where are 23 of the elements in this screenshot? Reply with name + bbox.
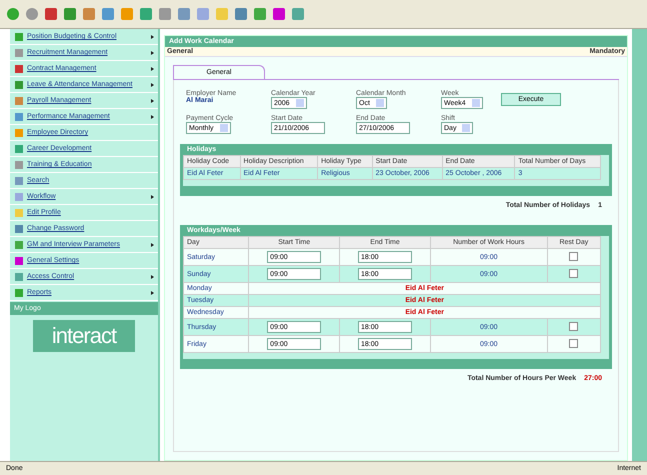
toolbar-icon[interactable] [272,7,286,21]
checkbox[interactable] [569,268,578,278]
toolbar-icon[interactable] [25,7,39,21]
toolbar-icon[interactable] [177,7,191,21]
toolbar-icon[interactable] [139,7,153,21]
toolbar-icon[interactable] [120,7,134,21]
toolbar-icon[interactable] [101,7,115,21]
logo: interact [33,320,135,352]
horizontal-scrollbar[interactable] [183,359,609,366]
toolbar-icon[interactable] [44,7,58,21]
toolbar-icon[interactable] [291,7,305,21]
toolbar-icon[interactable] [234,7,248,21]
horizontal-scrollbar[interactable] [183,186,609,193]
toolbar-icon[interactable] [6,7,20,21]
vertical-scrollbar[interactable] [632,29,647,461]
toolbar-icon[interactable] [196,7,210,21]
toolbar-icon[interactable] [253,7,267,21]
toolbar-icon[interactable] [158,7,172,21]
checkbox[interactable] [569,252,578,260]
toolbar-icon[interactable] [63,7,77,21]
checkbox[interactable] [569,322,578,330]
checkbox[interactable] [569,338,578,348]
toolbar-icon[interactable] [82,7,96,21]
